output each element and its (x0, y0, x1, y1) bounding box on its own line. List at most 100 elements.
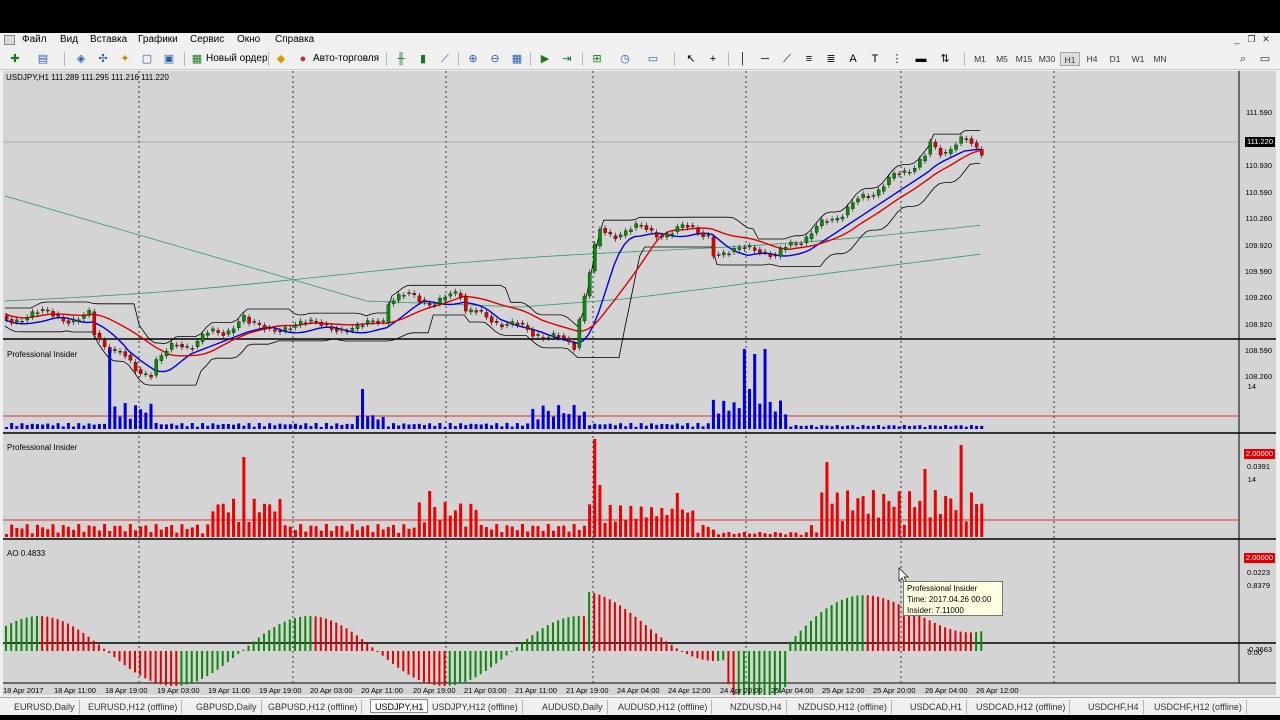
chart-tab[interactable]: USDJPY,H12 (offline) (428, 700, 523, 714)
chart-canvas[interactable] (3, 71, 1276, 695)
menu-tools[interactable]: Сервис (190, 34, 224, 45)
navigator-icon[interactable]: ✣ (96, 52, 110, 66)
chart-tab[interactable]: USDCHF,H4 (1084, 700, 1144, 714)
rectangle-icon[interactable]: ▬ (914, 52, 928, 66)
cursor-icon[interactable]: ↖ (684, 52, 698, 66)
templates-icon[interactable]: ▭ (646, 52, 660, 66)
trendline-icon[interactable]: ⟋ (780, 52, 794, 66)
timeframe-w1[interactable]: W1 (1128, 52, 1148, 66)
ao-bar (799, 630, 802, 651)
indicator2-bar (660, 507, 664, 537)
new-order-button[interactable]: Новый ордер (206, 51, 268, 67)
fibonacci-icon[interactable]: ≣ (824, 52, 838, 66)
menu-view[interactable]: Вид (60, 34, 78, 45)
profiles-icon[interactable]: ▤ (36, 52, 50, 66)
indicator1-bar (51, 425, 55, 429)
menu-window[interactable]: Окно (237, 34, 260, 45)
ao-bar (959, 631, 962, 651)
indicator1-bar (453, 426, 457, 429)
strategy-tester-icon[interactable]: ▣ (162, 52, 176, 66)
chart-shift-icon[interactable]: ⇥ (560, 52, 574, 66)
chart-tab[interactable]: GBPUSD,Daily (192, 700, 262, 714)
chart-tab[interactable]: USDCAD,H1 (906, 700, 968, 714)
chart-window[interactable]: USDJPY,H1 111.289 111.295 111.216 111.22… (3, 71, 1276, 695)
menu-insert[interactable]: Вставка (90, 34, 127, 45)
zoom-in-icon[interactable]: ⊕ (466, 52, 480, 66)
chart-tab[interactable]: AUDUSD,H12 (offline) (614, 700, 713, 714)
indicator1-bar (149, 403, 153, 429)
indicator2-bar (975, 503, 979, 537)
candle-body (928, 141, 932, 155)
indicator1-bar (784, 414, 788, 429)
chart-tab[interactable]: AUDUSD,Daily (538, 700, 608, 714)
candle-body (845, 206, 850, 216)
candle-body (644, 225, 649, 230)
candle-body (427, 303, 432, 306)
indicator2-bar (732, 533, 736, 537)
market-watch-icon[interactable]: ◈ (74, 52, 88, 66)
timeframe-h4[interactable]: H4 (1082, 52, 1102, 66)
bar-chart-icon[interactable]: ╫ (394, 52, 408, 66)
menu-charts[interactable]: Графики (138, 34, 178, 45)
metaeditor-icon[interactable]: ◆ (274, 52, 288, 66)
chart-tab[interactable]: EURUSD,Daily (10, 700, 80, 714)
timeframe-m5[interactable]: M5 (992, 52, 1012, 66)
horizontal-line-icon[interactable]: ─ (758, 52, 772, 66)
terminal-icon[interactable]: ▢ (140, 52, 154, 66)
channel-icon[interactable]: ≡ (802, 52, 816, 66)
timeframe-d1[interactable]: D1 (1105, 52, 1125, 66)
crosshair-icon[interactable]: + (706, 52, 720, 66)
indicators-icon[interactable]: ⊞ (590, 52, 604, 66)
candle-body (190, 348, 195, 350)
chart-tab[interactable]: EURUSD,H12 (offline) (84, 700, 183, 714)
line-chart-icon[interactable]: ⟋ (438, 52, 452, 66)
indicator2-level-tag: 2.00000 (1243, 553, 1275, 563)
data-window-icon[interactable]: ✦ (118, 52, 132, 66)
timeframe-m15[interactable]: M15 (1014, 52, 1034, 66)
timeframe-m30[interactable]: M30 (1037, 52, 1057, 66)
chart-tab[interactable]: USDCAD,H12 (offline) (972, 700, 1071, 714)
timeframe-h1[interactable]: H1 (1060, 52, 1080, 66)
zoom-out-icon[interactable]: ⊖ (488, 52, 502, 66)
chart-tab[interactable]: USDCHF,H12 (offline) (1150, 700, 1247, 714)
chart-tab[interactable]: GBPUSD,H12 (offline) (264, 700, 363, 714)
text-icon[interactable]: A (846, 52, 860, 66)
indicator1-bar (959, 425, 963, 429)
timeframe-m1[interactable]: M1 (970, 52, 990, 66)
restore-icon[interactable]: ❐ (1245, 34, 1257, 45)
candle-body (164, 350, 169, 356)
candle-body (10, 319, 14, 324)
ao-bar (361, 639, 364, 651)
periods-icon[interactable]: ◷ (618, 52, 632, 66)
indicator2-bar (319, 530, 323, 537)
chart-tab[interactable]: NZDUSD,H4 (726, 700, 787, 714)
candle-body (840, 216, 845, 220)
search-icon[interactable]: ⌕ (1236, 52, 1250, 66)
candle-body (799, 243, 803, 245)
indicator2-bar (5, 534, 8, 537)
text-label-icon[interactable]: T (868, 52, 882, 66)
candlestick-icon[interactable]: ▮ (416, 52, 430, 66)
indicator2-bar (61, 525, 65, 537)
chat-icon[interactable]: ▭ (1258, 52, 1272, 66)
time-axis-label: 24 Apr 20:00 (720, 686, 763, 695)
chart-tab[interactable]: NZDUSD,H12 (offline) (794, 700, 892, 714)
candle-body (933, 141, 938, 148)
close-icon[interactable]: ✕ (1260, 34, 1272, 45)
menu-help[interactable]: Справка (275, 34, 314, 45)
candle-body (71, 318, 76, 323)
indicator1-bar (428, 423, 432, 429)
chart-tab[interactable]: USDJPY,H1 (370, 699, 429, 713)
indicator1-bar (577, 415, 581, 429)
vertical-line-icon[interactable]: │ (736, 52, 750, 66)
tile-windows-icon[interactable]: ▦ (510, 52, 524, 66)
indicator1-bar (840, 426, 844, 429)
auto-scroll-icon[interactable]: ▶ (538, 52, 552, 66)
autotrading-button[interactable]: Авто-торговля (313, 51, 379, 67)
new-chart-icon[interactable]: ✚ (8, 52, 22, 66)
timeframe-mn[interactable]: MN (1150, 52, 1170, 66)
menu-file[interactable]: Файл (22, 34, 47, 45)
gann-icon[interactable]: ⋮ (890, 52, 904, 66)
arrows-icon[interactable]: ⇅ (938, 52, 952, 66)
minimize-icon[interactable]: _ (1231, 34, 1243, 44)
